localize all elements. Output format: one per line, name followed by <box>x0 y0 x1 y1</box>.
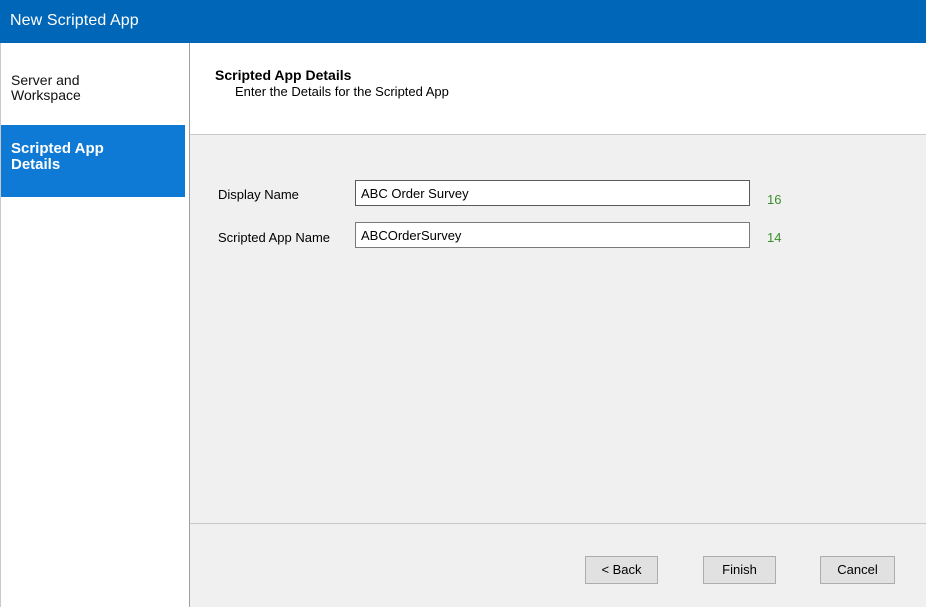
step-header: Scripted App Details Enter the Details f… <box>190 43 926 135</box>
sidebar-item-server-and-workspace[interactable]: Server and Workspace <box>1 73 185 123</box>
display-name-label: Display Name <box>218 187 299 202</box>
sidebar-item-scripted-app-details[interactable]: Scripted App Details <box>1 125 185 197</box>
sidebar-item-label: Server and Workspace <box>11 72 81 103</box>
scripted-app-name-char-count: 14 <box>767 230 782 245</box>
wizard-steps-sidebar: Server and Workspace Scripted App Detail… <box>0 43 189 607</box>
display-name-input[interactable] <box>355 180 750 206</box>
title-bar[interactable]: New Scripted App <box>0 0 926 43</box>
wizard-content-panel: Scripted App Details Enter the Details f… <box>189 43 926 607</box>
step-subtitle: Enter the Details for the Scripted App <box>235 84 449 99</box>
window-title: New Scripted App <box>10 12 139 29</box>
step-title: Scripted App Details <box>215 67 352 83</box>
scripted-app-name-label: Scripted App Name <box>218 230 331 245</box>
finish-button[interactable]: Finish <box>703 556 776 584</box>
cancel-button[interactable]: Cancel <box>820 556 895 584</box>
scripted-app-name-input[interactable] <box>355 222 750 248</box>
footer-divider <box>190 523 926 524</box>
back-button[interactable]: < Back <box>585 556 658 584</box>
sidebar-item-label: Scripted App Details <box>11 140 104 173</box>
new-scripted-app-window: New Scripted App Server and Workspace Sc… <box>0 0 926 607</box>
display-name-char-count: 16 <box>767 192 782 207</box>
